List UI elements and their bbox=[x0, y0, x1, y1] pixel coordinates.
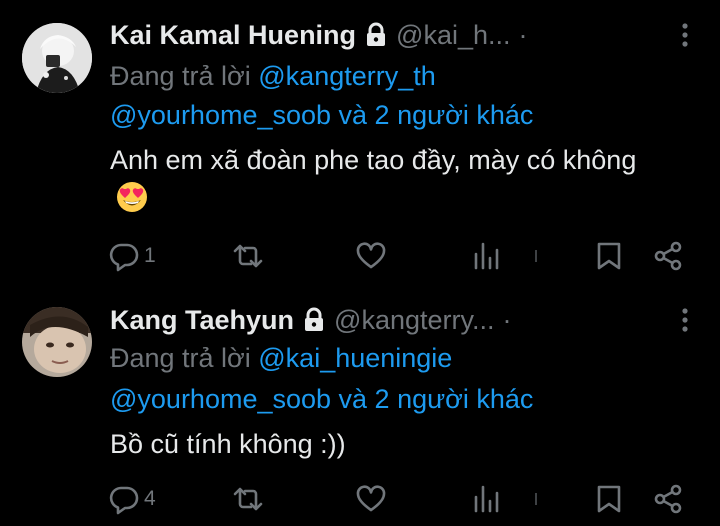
bookmark-button[interactable] bbox=[594, 236, 624, 276]
tweet-text-content: Anh em xã đoàn phe tao đầy, mày có không bbox=[110, 145, 637, 175]
retweet-icon bbox=[233, 487, 263, 511]
reply-button[interactable]: 4 bbox=[108, 479, 156, 519]
reply-icon bbox=[109, 243, 139, 272]
tweet-text: Anh em xã đoàn phe tao đầy, mày có không bbox=[110, 141, 670, 217]
retweet-button[interactable] bbox=[231, 479, 269, 519]
heart-eyes-emoji bbox=[116, 181, 148, 213]
bookmark-icon bbox=[597, 242, 621, 270]
action-bar: 1 bbox=[0, 236, 720, 276]
lock-icon bbox=[365, 22, 387, 48]
bookmark-button[interactable] bbox=[594, 479, 624, 519]
avatar[interactable] bbox=[22, 307, 92, 377]
user-handle[interactable]: @kai_h... bbox=[396, 20, 510, 51]
avatar[interactable] bbox=[22, 23, 92, 93]
heart-icon bbox=[356, 485, 386, 512]
display-name[interactable]: Kai Kamal Huening bbox=[110, 20, 356, 51]
heart-icon bbox=[356, 242, 386, 269]
views-button[interactable] bbox=[472, 236, 506, 276]
user-handle[interactable]: @kangterry... bbox=[334, 305, 494, 336]
other-mentions[interactable]: @yourhome_soob và 2 người khác bbox=[110, 384, 533, 415]
views-button[interactable] bbox=[472, 479, 506, 519]
replying-to-label: Đang trả lời bbox=[110, 343, 259, 373]
retweet-icon bbox=[233, 244, 263, 268]
views-icon bbox=[474, 242, 499, 270]
tweet-card[interactable]: Kai Kamal Huening @kai_h... · Đang trả l… bbox=[0, 0, 720, 290]
replying-to-label: Đang trả lời bbox=[110, 61, 259, 91]
tweet-header: Kang Taehyun @kangterry... · bbox=[110, 303, 692, 337]
reply-button[interactable]: 1 bbox=[108, 236, 156, 276]
reply-count: 4 bbox=[144, 487, 156, 510]
retweet-button[interactable] bbox=[231, 236, 269, 276]
share-button[interactable] bbox=[652, 479, 684, 519]
reply-icon bbox=[109, 486, 139, 515]
bookmark-icon bbox=[597, 485, 621, 513]
other-mentions[interactable]: @yourhome_soob và 2 người khác bbox=[110, 100, 533, 131]
tweet-text: Bồ cũ tính không :)) bbox=[110, 425, 670, 463]
action-divider bbox=[534, 479, 538, 519]
tweet-header: Kai Kamal Huening @kai_h... · bbox=[110, 18, 692, 52]
reply-count: 1 bbox=[144, 244, 156, 267]
action-divider bbox=[534, 236, 538, 276]
divider-icon bbox=[535, 493, 537, 505]
like-button[interactable] bbox=[355, 236, 391, 276]
replying-to: Đang trả lời @kangterry_th bbox=[110, 61, 436, 92]
views-icon bbox=[474, 485, 499, 513]
tweet-card[interactable]: Kang Taehyun @kangterry... · Đang trả lờ… bbox=[0, 290, 720, 526]
like-button[interactable] bbox=[355, 479, 391, 519]
lock-icon bbox=[303, 307, 325, 333]
share-button[interactable] bbox=[652, 236, 684, 276]
divider-icon bbox=[535, 250, 537, 262]
share-icon bbox=[654, 484, 682, 514]
separator-dot: · bbox=[518, 19, 528, 50]
display-name[interactable]: Kang Taehyun bbox=[110, 305, 294, 336]
more-options-icon[interactable] bbox=[678, 22, 692, 48]
separator-dot: · bbox=[502, 304, 512, 335]
tweet-text-content: Bồ cũ tính không :)) bbox=[110, 429, 346, 459]
reply-to-mention[interactable]: @kangterry_th bbox=[258, 61, 436, 91]
replying-to: Đang trả lời @kai_hueningie bbox=[110, 343, 452, 374]
reply-to-mention[interactable]: @kai_hueningie bbox=[258, 343, 452, 373]
more-options-icon[interactable] bbox=[678, 307, 692, 333]
avatar-image bbox=[22, 23, 92, 93]
share-icon bbox=[654, 241, 682, 271]
action-bar: 4 bbox=[0, 479, 720, 519]
avatar-image bbox=[22, 307, 92, 377]
